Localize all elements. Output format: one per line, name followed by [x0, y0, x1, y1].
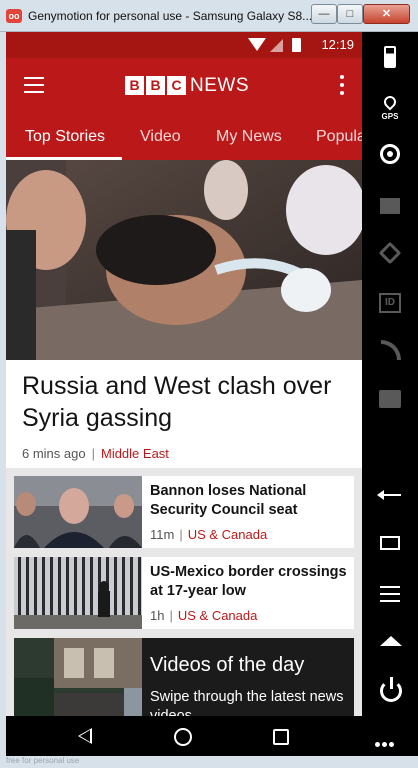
- signal-icon: [270, 39, 283, 52]
- logo-word: NEWS: [190, 75, 249, 96]
- story-meta: 1h | US & Canada: [150, 608, 257, 623]
- nav-recent-apps-icon[interactable]: [273, 729, 289, 745]
- story-thumbnail: [14, 557, 142, 629]
- meta-separator: |: [91, 446, 95, 461]
- device-back-button[interactable]: [375, 484, 405, 512]
- nav-home-icon[interactable]: [174, 728, 192, 746]
- story-headline[interactable]: Bannon loses National Security Council s…: [150, 482, 348, 520]
- network-widget[interactable]: [375, 338, 405, 366]
- device-screen: 12:19 B B C NEWS Top Stories Video My News …: [6, 32, 362, 716]
- hero-story-image[interactable]: [6, 160, 362, 360]
- story-time: 11m: [150, 527, 175, 542]
- videos-of-the-day-card[interactable]: Videos of the day Swipe through the late…: [14, 638, 354, 716]
- battery-icon: [384, 46, 396, 68]
- tab-popular[interactable]: Popular: [316, 128, 362, 146]
- gps-icon: [381, 93, 399, 111]
- close-button[interactable]: ✕: [363, 4, 410, 24]
- recent-apps-icon: [380, 536, 400, 550]
- hero-headline[interactable]: Russia and West clash over Syria gassing: [22, 370, 346, 434]
- dpad-icon: [378, 241, 402, 265]
- hero-photo: [6, 160, 362, 360]
- remote-control-widget[interactable]: [375, 241, 405, 270]
- hero-meta: 6 mins ago | Middle East: [6, 440, 362, 468]
- webcam-widget[interactable]: [375, 142, 405, 170]
- tab-bar: Top Stories Video My News Popular: [6, 114, 362, 160]
- gps-label: GPS: [381, 112, 399, 121]
- genymotion-toolbar: GPS ID: [362, 32, 418, 716]
- video-card-subtitle: Swipe through the latest news videos: [150, 689, 344, 716]
- clapperboard-icon: [380, 198, 400, 214]
- menu-icon: [380, 586, 400, 602]
- story-card[interactable]: Bannon loses National Security Council s…: [14, 476, 354, 548]
- minimize-button[interactable]: —: [311, 4, 337, 24]
- device-recent-apps-button[interactable]: [375, 532, 405, 560]
- wifi-icon: [248, 38, 266, 51]
- id-icon: ID: [379, 293, 401, 313]
- power-icon: [380, 677, 402, 702]
- story-headline[interactable]: US-Mexico border crossings at 17-year lo…: [150, 563, 348, 601]
- maximize-button[interactable]: □: [337, 4, 363, 24]
- nav-back-icon[interactable]: [78, 728, 92, 744]
- status-time: 12:19: [321, 37, 354, 52]
- nav-more-icon[interactable]: [375, 734, 396, 752]
- device-power-button[interactable]: [375, 677, 405, 706]
- logo-letter: B: [125, 76, 144, 95]
- hero-time: 6 mins ago: [22, 446, 86, 461]
- android-navigation-bar: [6, 716, 418, 756]
- more-options-icon[interactable]: [340, 75, 344, 95]
- capture-widget[interactable]: [375, 192, 405, 220]
- video-card-title[interactable]: Videos of the day: [150, 654, 304, 677]
- hero-category[interactable]: Middle East: [101, 446, 169, 461]
- android-status-bar: 12:19: [6, 32, 362, 58]
- story-card[interactable]: US-Mexico border crossings at 17-year lo…: [14, 557, 354, 629]
- chat-icon: [379, 390, 401, 408]
- watermark-text: free for personal use: [6, 756, 80, 765]
- window-frame-bottom: free for personal use: [0, 756, 418, 768]
- window-title: Genymotion for personal use - Samsung Ga…: [28, 9, 313, 23]
- story-thumbnail: [14, 476, 142, 548]
- messages-widget[interactable]: [375, 388, 405, 416]
- video-thumbnail: [14, 638, 142, 716]
- tab-video[interactable]: Video: [140, 128, 181, 146]
- logo-letter: B: [146, 76, 165, 95]
- story-category[interactable]: US & Canada: [178, 608, 258, 623]
- identifiers-widget[interactable]: ID: [375, 290, 405, 318]
- meta-separator: |: [169, 608, 173, 623]
- logo-letter: C: [167, 76, 186, 95]
- window-title-bar: oo Genymotion for personal use - Samsung…: [0, 0, 418, 32]
- status-icons: [248, 38, 304, 52]
- network-icon: [381, 340, 401, 360]
- home-icon: [380, 636, 402, 646]
- device-home-button[interactable]: [375, 632, 405, 660]
- back-arrow-icon: [377, 490, 401, 500]
- hamburger-menu-icon[interactable]: [24, 77, 44, 93]
- genymotion-app-icon: oo: [6, 9, 22, 23]
- webcam-icon: [380, 144, 400, 164]
- device-menu-button[interactable]: [375, 582, 405, 610]
- tab-top-stories[interactable]: Top Stories: [25, 128, 105, 146]
- app-bar: B B C NEWS: [6, 58, 362, 114]
- story-meta: 11m | US & Canada: [150, 527, 267, 542]
- battery-widget[interactable]: [375, 46, 405, 74]
- story-category[interactable]: US & Canada: [188, 527, 268, 542]
- meta-separator: |: [179, 527, 183, 542]
- story-time: 1h: [150, 608, 165, 623]
- tab-my-news[interactable]: My News: [216, 128, 282, 146]
- battery-icon: [292, 38, 301, 52]
- bbc-news-logo: B B C NEWS: [125, 76, 249, 98]
- gps-widget[interactable]: GPS: [375, 93, 405, 124]
